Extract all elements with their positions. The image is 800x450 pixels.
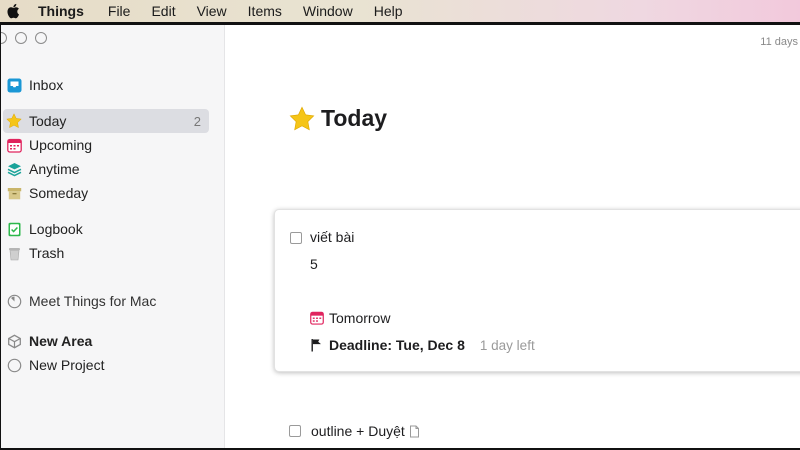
task-title[interactable]: viết bài: [310, 229, 354, 245]
apple-logo-icon[interactable]: [6, 3, 20, 19]
sidebar-item-label: Inbox: [29, 77, 64, 93]
logbook-icon: [6, 221, 22, 237]
project-circle-icon: [6, 357, 22, 373]
flag-icon: [310, 338, 324, 352]
menu-file[interactable]: File: [108, 3, 131, 19]
task-title[interactable]: outline + Duyệt: [311, 423, 405, 439]
sidebar-item-new-project[interactable]: New Project: [3, 353, 209, 377]
things-window: Inbox Today 2 Upcoming Anytime Someday L…: [1, 25, 800, 448]
menu-items[interactable]: Items: [248, 3, 282, 19]
minimize-window-button[interactable]: [15, 32, 27, 44]
menu-view[interactable]: View: [197, 3, 227, 19]
task-when-row[interactable]: Tomorrow: [310, 310, 390, 326]
note-icon: [409, 425, 420, 438]
menu-edit[interactable]: Edit: [151, 3, 175, 19]
sidebar-item-label: Trash: [29, 245, 65, 261]
task-deadline-label: Deadline: Tue, Dec 8: [329, 337, 465, 353]
progress-circle-icon: [6, 293, 22, 309]
sidebar-item-inbox[interactable]: Inbox: [3, 73, 209, 97]
sidebar-item-label: Meet Things for Mac: [29, 293, 157, 309]
main-content: 11 days Today viết bài 5 Tomorrow Deadli…: [225, 25, 800, 448]
close-window-button[interactable]: [1, 32, 7, 44]
window-controls: [1, 32, 47, 44]
sidebar-item-logbook[interactable]: Logbook: [3, 217, 209, 241]
sidebar-item-meet-things[interactable]: Meet Things for Mac: [3, 289, 209, 313]
partial-days-left-label: 11 days: [760, 36, 798, 48]
sidebar-item-today[interactable]: Today 2: [3, 109, 209, 133]
archive-box-icon: [6, 185, 22, 201]
sidebar-item-anytime[interactable]: Anytime: [3, 157, 209, 181]
task-when-label: Tomorrow: [329, 310, 391, 326]
task-checkbox[interactable]: [290, 232, 302, 244]
sidebar-item-new-area[interactable]: New Area: [3, 329, 209, 353]
sidebar-item-upcoming[interactable]: Upcoming: [3, 133, 209, 157]
page-title-text: Today: [321, 105, 388, 131]
sidebar-item-trash[interactable]: Trash: [3, 241, 209, 265]
calendar-icon: [6, 137, 22, 153]
layers-icon: [6, 161, 22, 177]
inbox-icon: [6, 77, 22, 93]
star-icon: [289, 106, 315, 132]
sidebar-item-label: Upcoming: [29, 137, 93, 153]
trash-icon: [6, 245, 22, 261]
task-row[interactable]: outline + Duyệt: [289, 423, 420, 439]
page-title: Today: [289, 105, 387, 132]
sidebar-item-label: Logbook: [29, 221, 83, 237]
menu-window[interactable]: Window: [303, 3, 353, 19]
task-deadline-row[interactable]: Deadline: Tue, Dec 8 1 day left: [310, 337, 535, 353]
sidebar-item-label: Today: [29, 113, 67, 129]
task-checkbox[interactable]: [289, 425, 301, 437]
sidebar-item-label: New Area: [29, 333, 93, 349]
sidebar: Inbox Today 2 Upcoming Anytime Someday L…: [1, 25, 225, 448]
today-count-badge: 2: [193, 113, 201, 129]
menu-bar: Things File Edit View Items Window Help: [0, 0, 800, 22]
task-deadline-remaining: 1 day left: [479, 337, 535, 353]
menu-help[interactable]: Help: [374, 3, 403, 19]
area-cube-icon: [6, 333, 22, 349]
menu-app-things[interactable]: Things: [38, 3, 84, 19]
sidebar-item-label: New Project: [29, 357, 105, 373]
zoom-window-button[interactable]: [35, 32, 47, 44]
task-notes[interactable]: 5: [310, 256, 318, 272]
star-icon: [6, 113, 22, 129]
expanded-task-card[interactable]: viết bài 5 Tomorrow Deadline: Tue, Dec 8…: [274, 209, 800, 372]
sidebar-item-someday[interactable]: Someday: [3, 181, 209, 205]
calendar-icon: [310, 311, 324, 325]
sidebar-item-label: Someday: [29, 185, 89, 201]
sidebar-item-label: Anytime: [29, 161, 80, 177]
